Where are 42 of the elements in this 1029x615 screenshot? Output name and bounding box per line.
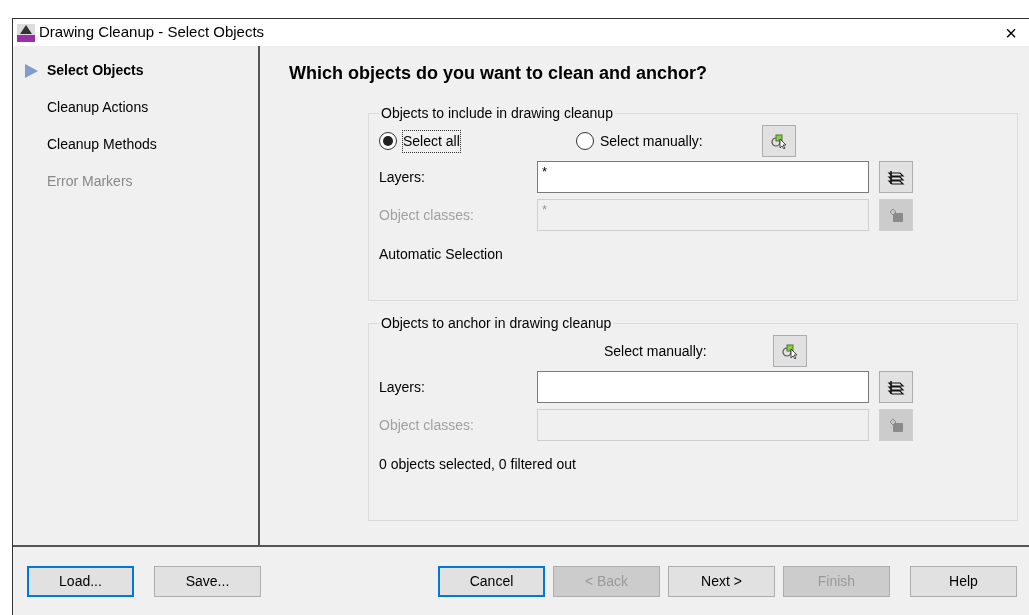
radio-label: Select manually: — [600, 131, 703, 151]
class-picker-button[interactable] — [879, 199, 913, 231]
wizard-step[interactable]: Cleanup Methods — [13, 126, 258, 163]
radio-button[interactable] — [379, 132, 397, 150]
close-button[interactable]: × — [1005, 22, 1025, 43]
dialog-button[interactable]: Next > — [668, 565, 775, 597]
layer-picker-button[interactable] — [879, 161, 913, 193]
window-title: Drawing Cleanup - Select Objects — [39, 22, 266, 43]
field-label: Object classes: — [379, 415, 475, 435]
current-step-icon — [25, 63, 38, 78]
field-label: Object classes: — [379, 205, 475, 225]
field-value: * — [542, 164, 548, 179]
pick-cursor-icon — [781, 342, 799, 360]
field-label: Layers: — [379, 167, 426, 187]
page-heading: Which objects do you want to clean and anchor? — [289, 62, 709, 85]
dialog-button[interactable]: Load... — [27, 565, 134, 597]
field-label: Layers: — [379, 377, 426, 397]
radio-button[interactable] — [576, 132, 594, 150]
pick-button[interactable] — [773, 335, 807, 367]
selection-note: Automatic Selection — [379, 245, 504, 264]
select-manually-label: Select manually: — [604, 341, 708, 361]
layer-picker-button[interactable] — [879, 371, 913, 403]
class-icon — [887, 206, 905, 224]
wizard-step[interactable]: Select Objects — [13, 52, 258, 89]
app-icon — [17, 23, 35, 42]
layers-icon — [887, 378, 905, 396]
text-field[interactable] — [537, 371, 869, 403]
dialog-button[interactable]: Cancel — [438, 565, 545, 597]
status-text: 0 objects selected, 0 filtered out — [379, 455, 577, 474]
group-title: Objects to anchor in drawing cleanup — [380, 314, 613, 333]
pick-cursor-icon — [770, 132, 788, 150]
wizard-step[interactable]: Cleanup Actions — [13, 89, 258, 126]
dialog-button[interactable]: Help — [910, 565, 1017, 597]
dialog-button[interactable]: Save... — [154, 565, 261, 597]
class-icon — [887, 416, 905, 434]
class-picker-button[interactable] — [879, 409, 913, 441]
field-value: * — [542, 202, 548, 217]
radio-label: Select all — [403, 130, 460, 152]
pick-button[interactable] — [762, 125, 796, 157]
text-field[interactable]: * — [537, 161, 869, 193]
group-title: Objects to include in drawing cleanup — [380, 104, 614, 123]
layers-icon — [887, 168, 905, 186]
